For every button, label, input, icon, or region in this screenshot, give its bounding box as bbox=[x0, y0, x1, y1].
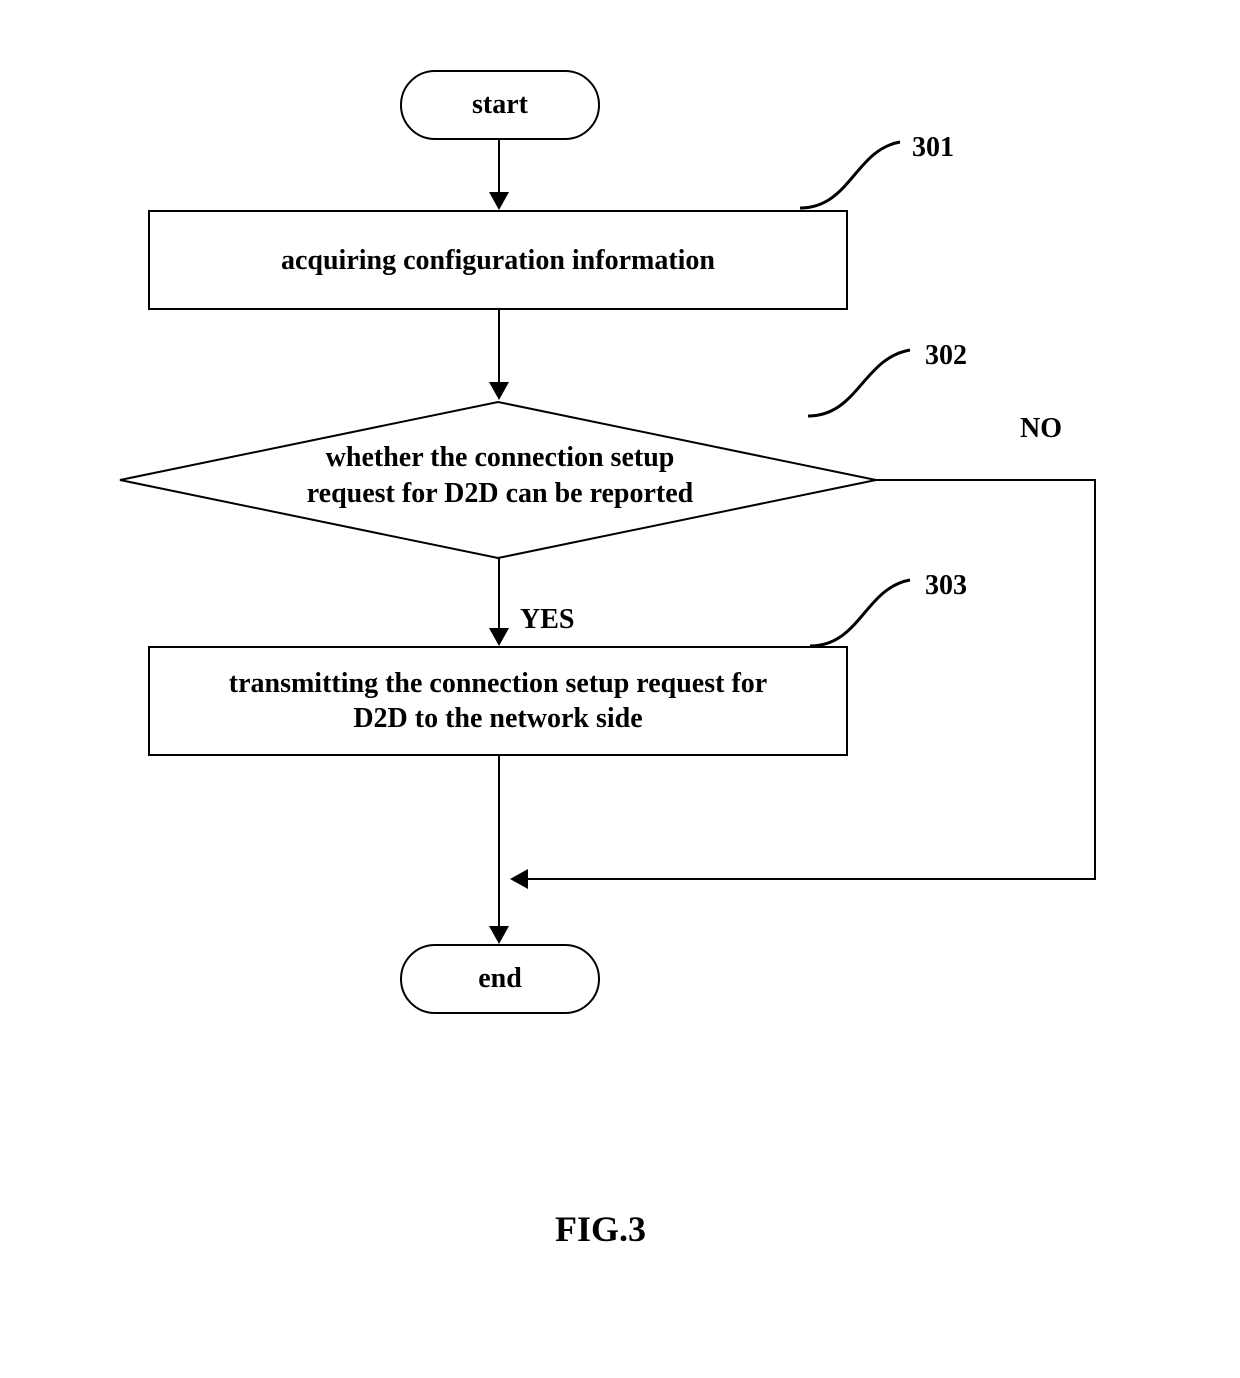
figure-caption: FIG.3 bbox=[555, 1208, 646, 1250]
no-edge-v bbox=[1094, 479, 1096, 879]
decision-302-line1: whether the connection setup bbox=[326, 442, 675, 473]
process-301-text: acquiring configuration information bbox=[281, 243, 715, 278]
end-terminator: end bbox=[400, 944, 600, 1014]
arrow-head-down-icon bbox=[489, 192, 509, 210]
tag-301: 301 bbox=[912, 132, 954, 164]
arrow-head-down-icon bbox=[489, 926, 509, 944]
tag-302: 302 bbox=[925, 340, 967, 372]
process-303-line2: D2D to the network side bbox=[353, 703, 642, 734]
process-303-line1: transmitting the connection setup reques… bbox=[229, 668, 767, 699]
tag-303: 303 bbox=[925, 570, 967, 602]
arrow-head-down-icon bbox=[489, 382, 509, 400]
edge-label-yes: YES bbox=[520, 604, 574, 636]
start-terminator: start bbox=[400, 70, 600, 140]
process-303-text: transmitting the connection setup reques… bbox=[229, 666, 767, 736]
callout-303-icon bbox=[810, 578, 920, 648]
arrow-stem bbox=[498, 558, 500, 628]
arrow-head-left-icon bbox=[510, 869, 528, 889]
arrow-stem bbox=[498, 310, 500, 382]
callout-301-icon bbox=[800, 140, 910, 210]
decision-302-text: whether the connection setup request for… bbox=[210, 440, 790, 513]
arrow-stem bbox=[498, 140, 500, 192]
edge-label-no: NO bbox=[1020, 413, 1062, 445]
flowchart-canvas: start 301 acquiring configuration inform… bbox=[0, 0, 1240, 1378]
start-label: start bbox=[472, 89, 528, 121]
decision-302-line2: request for D2D can be reported bbox=[307, 478, 694, 509]
arrow-stem bbox=[498, 756, 500, 926]
arrow-head-down-icon bbox=[489, 628, 509, 646]
end-label: end bbox=[478, 963, 522, 995]
process-303: transmitting the connection setup reques… bbox=[148, 646, 848, 756]
process-301: acquiring configuration information bbox=[148, 210, 848, 310]
no-edge-h2 bbox=[528, 878, 1096, 880]
no-edge-h1 bbox=[876, 479, 1096, 481]
